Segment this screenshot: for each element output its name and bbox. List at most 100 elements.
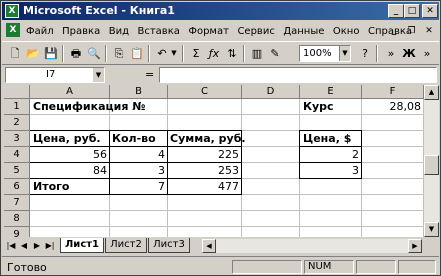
sheet-tabs-bar: |◀ ◀ ▶ ▶| Лист1 Лист2 Лист3 ◀ ▶ [2, 238, 439, 254]
column-header-f[interactable]: F [362, 85, 424, 99]
menu-tools[interactable]: Сервис [237, 26, 274, 37]
cell-b6[interactable]: 7 [110, 179, 167, 195]
cell-b3[interactable]: Кол-во [110, 131, 167, 147]
select-all-corner[interactable] [4, 85, 30, 99]
cell-e5[interactable]: 3 [300, 163, 361, 179]
undo-dropdown-icon[interactable]: ▼ [169, 45, 179, 62]
cell-b5[interactable]: 3 [110, 163, 167, 179]
sort-icon[interactable]: ⇅ [223, 45, 241, 62]
cell-a3[interactable]: Цена, руб. [31, 131, 109, 147]
cell-e1[interactable]: Курс [301, 99, 361, 115]
cell-c6[interactable]: 477 [168, 179, 241, 195]
cell-c5[interactable]: 253 [168, 163, 241, 179]
preview-icon[interactable]: 🔍 [85, 45, 103, 62]
function-icon[interactable]: ƒx [205, 45, 223, 62]
menu-format[interactable]: Формат [188, 26, 229, 37]
print-icon[interactable]: 🖶 [67, 45, 85, 62]
row-header-9[interactable]: 9 [4, 227, 30, 237]
prev-sheet-icon[interactable]: ◀ [18, 240, 30, 252]
help-icon[interactable]: ? [356, 45, 374, 62]
row-header-6[interactable]: 6 [4, 179, 30, 195]
cell-c4[interactable]: 225 [168, 147, 241, 163]
doc-close-button[interactable]: ✕ [422, 25, 436, 38]
cell-e3[interactable]: Цена, $ [301, 131, 361, 147]
chevron-down-icon[interactable]: ▼ [93, 68, 104, 82]
gridline [30, 226, 424, 227]
scroll-down-icon[interactable]: ▼ [424, 222, 439, 237]
row-header-8[interactable]: 8 [4, 211, 30, 227]
paste-icon[interactable]: 📋 [128, 45, 146, 62]
column-header-b[interactable]: B [110, 85, 168, 99]
first-sheet-icon[interactable]: |◀ [5, 240, 17, 252]
name-box[interactable]: I7 ▼ [5, 67, 105, 83]
vertical-scrollbar[interactable]: ▲ ▼ [424, 85, 439, 237]
toolbar-options-icon[interactable]: » [382, 45, 400, 62]
horizontal-scrollbar[interactable]: ◀ ▶ [202, 239, 422, 253]
chevron-down-icon[interactable]: ▼ [339, 46, 350, 61]
minimize-button[interactable]: _ [388, 4, 404, 18]
menu-window[interactable]: Окно [333, 26, 360, 37]
status-panel [232, 260, 302, 274]
menu-data[interactable]: Данные [283, 26, 324, 37]
toolbar-separator [182, 45, 184, 62]
column-header-e[interactable]: E [300, 85, 362, 99]
title-bar[interactable]: X Microsoft Excel - Книга1 _ □ ✕ [2, 2, 439, 20]
menu-file[interactable]: Файл [26, 26, 54, 37]
worksheet-grid[interactable]: A B C D E F 1 2 3 4 5 6 7 8 9 Спецификац… [4, 85, 424, 237]
cell-a4[interactable]: 56 [30, 147, 109, 163]
doc-minimize-button[interactable]: _ [387, 25, 401, 38]
menu-insert[interactable]: Вставка [137, 26, 179, 37]
cell-b4[interactable]: 4 [110, 147, 167, 163]
tab-sheet1[interactable]: Лист1 [60, 238, 104, 253]
close-button[interactable]: ✕ [422, 4, 438, 18]
standard-toolbar: 🗋 📂 💾 🖶 🔍 ⎘ 📋 ↶ ▼ Σ ƒx ⇅ ▥ ✎ 100% ▼ ? » … [2, 41, 439, 65]
new-icon[interactable]: 🗋 [6, 45, 24, 62]
cell-c3[interactable]: Сумма, руб. [168, 131, 246, 147]
cell-e4[interactable]: 2 [300, 147, 361, 163]
document-controls: _ ❐ ✕ [387, 23, 436, 38]
bold-icon[interactable]: Ж [400, 45, 418, 62]
cell-a6[interactable]: Итого [31, 179, 109, 195]
last-sheet-icon[interactable]: ▶| [44, 240, 56, 252]
cell-a5[interactable]: 84 [30, 163, 109, 179]
drawing-icon[interactable]: ✎ [266, 45, 284, 62]
column-header-c[interactable]: C [168, 85, 242, 99]
formula-input[interactable] [159, 67, 437, 83]
row-header-3[interactable]: 3 [4, 131, 30, 147]
tab-sheet3[interactable]: Лист3 [148, 238, 190, 253]
row-header-4[interactable]: 4 [4, 147, 30, 163]
scroll-thumb[interactable] [424, 155, 439, 175]
scroll-up-icon[interactable]: ▲ [424, 85, 439, 100]
scroll-left-icon[interactable]: ◀ [202, 239, 216, 253]
open-icon[interactable]: 📂 [24, 45, 42, 62]
document-icon[interactable]: X [6, 23, 20, 37]
toolbar-separator [148, 45, 150, 62]
autosum-icon[interactable]: Σ [187, 45, 205, 62]
chart-icon[interactable]: ▥ [248, 45, 266, 62]
window-title: Microsoft Excel - Книга1 [23, 4, 175, 17]
next-sheet-icon[interactable]: ▶ [31, 240, 43, 252]
scroll-right-icon[interactable]: ▶ [408, 239, 422, 253]
maximize-button[interactable]: □ [404, 4, 420, 18]
menu-edit[interactable]: Правка [62, 26, 100, 37]
column-header-d[interactable]: D [242, 85, 300, 99]
menu-bar: X Файл Правка Вид Вставка Формат Сервис … [2, 21, 439, 39]
row-header-5[interactable]: 5 [4, 163, 30, 179]
row-header-2[interactable]: 2 [4, 115, 30, 131]
row-header-7[interactable]: 7 [4, 195, 30, 211]
row-header-1[interactable]: 1 [4, 99, 30, 115]
name-box-value: I7 [46, 69, 56, 80]
doc-restore-button[interactable]: ❐ [405, 25, 419, 38]
column-header-a[interactable]: A [30, 85, 110, 99]
excel-icon[interactable]: X [5, 4, 19, 18]
toolbar-more-icon[interactable]: » [418, 45, 436, 62]
status-bar: Готово NUM [2, 256, 439, 275]
cell-f1[interactable]: 28,08 [362, 99, 423, 115]
copy-icon[interactable]: ⎘ [110, 45, 128, 62]
save-icon[interactable]: 💾 [42, 45, 60, 62]
cell-a1[interactable]: Спецификация № [31, 99, 191, 115]
formula-bar: I7 ▼ = [2, 66, 439, 84]
zoom-select[interactable]: 100% ▼ [299, 45, 351, 62]
tab-sheet2[interactable]: Лист2 [105, 238, 147, 253]
menu-view[interactable]: Вид [109, 26, 129, 37]
